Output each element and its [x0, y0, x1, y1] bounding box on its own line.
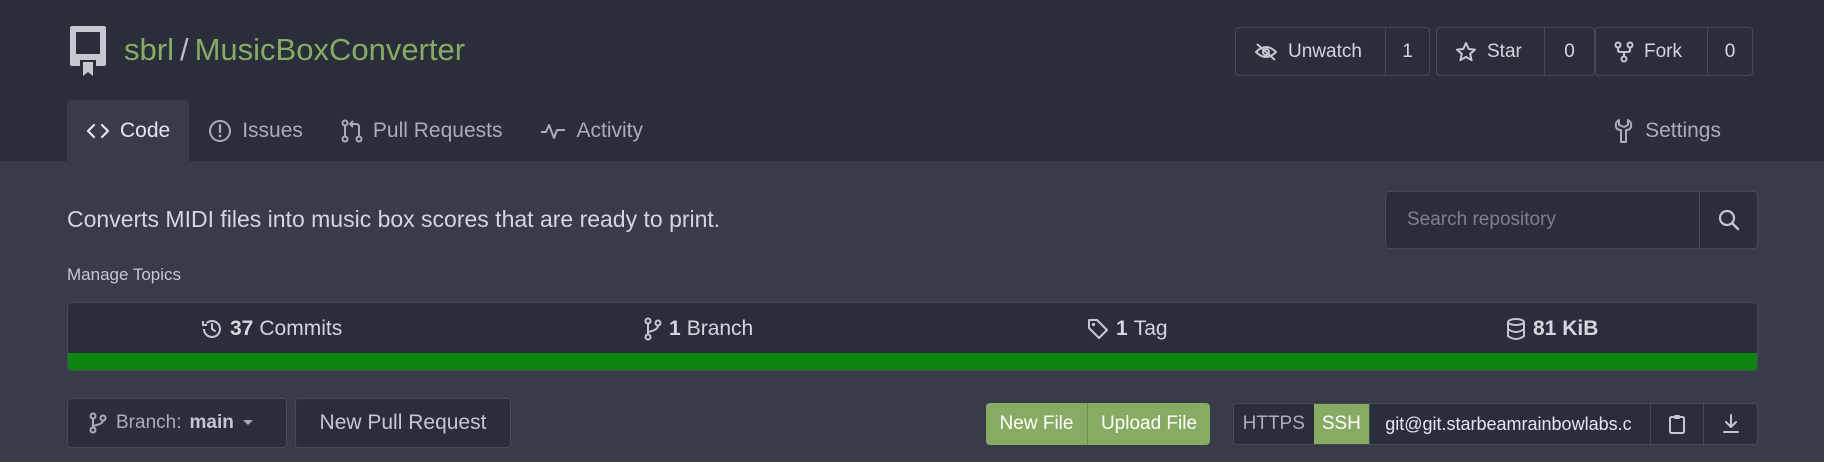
star-label: Star: [1487, 40, 1522, 62]
branches-count: 1: [669, 317, 681, 340]
download-icon: [1721, 413, 1741, 435]
manage-topics-link[interactable]: Manage Topics: [67, 265, 181, 285]
branch-icon: [643, 317, 663, 341]
code-icon: [86, 121, 110, 141]
tab-pull-requests[interactable]: Pull Requests: [322, 100, 522, 161]
tab-settings[interactable]: Settings: [1594, 100, 1740, 161]
clone-panel: HTTPS SSH git@git.starbeamrainbowlabs.c: [1233, 403, 1758, 445]
repo-search: [1385, 191, 1758, 249]
clone-url-field[interactable]: git@git.starbeamrainbowlabs.c: [1369, 404, 1650, 444]
history-icon: [200, 317, 224, 341]
ssh-toggle[interactable]: SSH: [1313, 404, 1370, 444]
pulse-icon: [540, 121, 566, 141]
repo-icon: [66, 24, 110, 78]
branches-label: Branch: [686, 317, 754, 340]
eye-closed-icon: [1254, 42, 1278, 62]
tags-count: 1: [1116, 317, 1128, 340]
repo-owner-link[interactable]: sbrl: [124, 32, 174, 67]
fork-button-group: Fork 0: [1595, 27, 1753, 76]
tab-activity-label: Activity: [576, 118, 643, 142]
issue-icon: [208, 119, 232, 143]
tab-activity[interactable]: Activity: [521, 100, 662, 161]
repo-name-link[interactable]: MusicBoxConverter: [195, 32, 465, 67]
commits-count: 37: [230, 317, 254, 340]
repo-separator: /: [179, 32, 189, 67]
commits-label: Commits: [259, 317, 343, 340]
database-icon: [1505, 317, 1527, 341]
repo-header: sbrl / MusicBoxConverter Unwatch 1 Star 0 …: [0, 0, 1824, 161]
https-toggle[interactable]: HTTPS: [1234, 404, 1314, 444]
tags-label: Tag: [1133, 317, 1168, 340]
branches-stat[interactable]: 1 Branch: [643, 303, 753, 355]
branch-prefix: Branch:: [116, 412, 182, 433]
tab-pull-requests-label: Pull Requests: [372, 118, 503, 142]
repo-title: sbrl / MusicBoxConverter: [124, 30, 465, 70]
repo-size: 81 KiB: [1533, 317, 1599, 340]
language-bar[interactable]: [68, 353, 1757, 370]
tab-issues[interactable]: Issues: [189, 100, 322, 161]
repo-tabs: Code Issues Pull Requests Activity: [67, 100, 662, 161]
unwatch-button[interactable]: Unwatch: [1236, 28, 1386, 75]
fork-button[interactable]: Fork: [1596, 28, 1708, 75]
search-button[interactable]: [1699, 192, 1757, 248]
size-stat: 81 KiB: [1505, 303, 1598, 355]
download-button[interactable]: [1703, 404, 1757, 444]
copy-url-button[interactable]: [1649, 404, 1704, 444]
search-input[interactable]: [1386, 192, 1699, 248]
watchers-count[interactable]: 1: [1386, 28, 1429, 75]
tools-icon: [1613, 118, 1635, 144]
upload-file-button[interactable]: Upload File: [1088, 403, 1210, 445]
tab-issues-label: Issues: [242, 118, 303, 142]
clipboard-icon: [1667, 413, 1687, 435]
tag-icon: [1086, 317, 1110, 341]
forks-count[interactable]: 0: [1708, 28, 1752, 75]
watch-button-group: Unwatch 1: [1235, 27, 1430, 76]
branch-icon: [88, 412, 108, 434]
tags-stat[interactable]: 1 Tag: [1086, 303, 1168, 355]
chevron-down-icon: [242, 419, 254, 427]
tab-code[interactable]: Code: [67, 100, 190, 161]
commits-stat[interactable]: 37 Commits: [200, 303, 342, 355]
branch-dropdown[interactable]: Branch: main: [67, 398, 287, 448]
fork-icon: [1614, 41, 1634, 63]
new-file-button[interactable]: New File: [986, 403, 1088, 445]
current-branch: main: [189, 412, 234, 433]
unwatch-label: Unwatch: [1288, 40, 1362, 62]
repo-stats: 37 Commits 1 Branch 1 Tag 81 KiB: [67, 302, 1758, 371]
star-button-group: Star 0: [1436, 27, 1595, 76]
file-actions: New File Upload File: [986, 403, 1210, 445]
pull-request-icon: [341, 119, 363, 143]
star-icon: [1455, 41, 1477, 63]
tab-settings-label: Settings: [1645, 118, 1721, 142]
search-icon: [1718, 209, 1740, 231]
star-button[interactable]: Star: [1437, 28, 1545, 75]
stars-count[interactable]: 0: [1545, 28, 1594, 75]
fork-label: Fork: [1644, 40, 1682, 62]
repo-description: Converts MIDI files into music box score…: [67, 206, 721, 232]
new-pull-request-button[interactable]: New Pull Request: [295, 398, 511, 448]
tab-code-label: Code: [120, 118, 171, 142]
